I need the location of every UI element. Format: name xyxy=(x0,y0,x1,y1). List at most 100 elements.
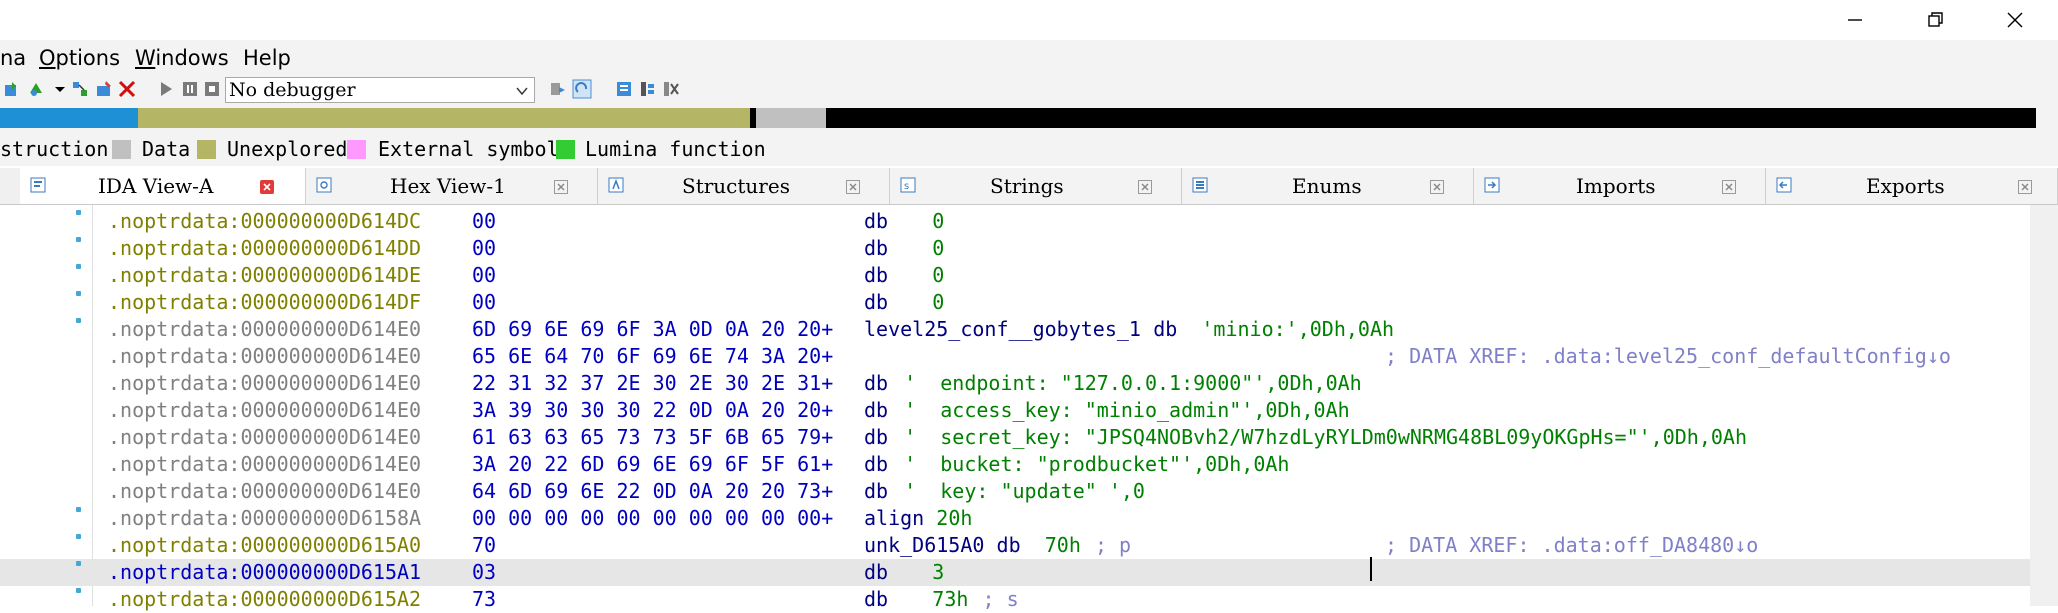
attach-process-icon[interactable] xyxy=(548,79,568,99)
row-address[interactable]: .noptrdata:000000000D615A0 xyxy=(108,532,421,559)
tab-exports[interactable]: Exports xyxy=(1766,168,2058,204)
listing-row[interactable]: .noptrdata:000000000D614DE 00 db 0 xyxy=(0,262,2030,289)
play-icon[interactable] xyxy=(156,79,176,99)
legend-label-external: External symbol xyxy=(378,137,559,161)
row-bytes: 70 xyxy=(472,533,497,557)
row-operand: ' key: "update" ',0 xyxy=(904,479,1145,503)
pause-icon[interactable] xyxy=(180,79,200,99)
dropdown-arrow-icon[interactable] xyxy=(50,79,70,99)
delete-icon[interactable] xyxy=(117,79,137,99)
row-bytes: 00 xyxy=(472,290,497,314)
tab-enums[interactable]: Enums xyxy=(1182,168,1474,204)
row-address[interactable]: .noptrdata:000000000D614DF xyxy=(108,289,421,316)
row-address[interactable]: .noptrdata:000000000D6158A xyxy=(108,505,421,532)
tree-icon[interactable] xyxy=(638,79,658,99)
row-mnemonic: db xyxy=(864,263,889,287)
nav-segment-unexplored xyxy=(138,108,750,128)
close-tab-icon[interactable] xyxy=(554,179,568,194)
listing-row[interactable]: .noptrdata:000000000D614DC 00 db 0 xyxy=(0,208,2030,235)
listing-row[interactable]: .noptrdata:000000000D614E0 3A 39 30 30 30… xyxy=(0,397,2030,424)
struct-window-icon[interactable] xyxy=(614,79,634,99)
row-address[interactable]: .noptrdata:000000000D614E0 xyxy=(108,451,421,478)
listing-row[interactable]: .noptrdata:000000000D615A0 70 unk_D615A0 db… xyxy=(0,532,2030,559)
listing-row[interactable]: .noptrdata:000000000D614E0 6D 69 6E 69 6F… xyxy=(0,316,2030,343)
listing-row[interactable]: .noptrdata:000000000D6158A 00 00 00 00 00… xyxy=(0,505,2030,532)
xrefs-icon[interactable] xyxy=(661,79,681,99)
row-address[interactable]: .noptrdata:000000000D614DD xyxy=(108,235,421,262)
step-into-icon[interactable] xyxy=(26,79,46,99)
listing-row[interactable]: .noptrdata:000000000D615A2 73 db 73h ; s xyxy=(0,586,2030,613)
debugger-select[interactable]: No debugger xyxy=(225,77,535,103)
modify-icon[interactable] xyxy=(94,79,114,99)
graph-icon[interactable] xyxy=(70,79,90,99)
row-mnemonic: db xyxy=(864,479,889,503)
row-mnemonic: db xyxy=(864,398,889,422)
listing-row[interactable]: .noptrdata:000000000D614E0 3A 20 22 6D 69… xyxy=(0,451,2030,478)
row-operand: 'minio:',0Dh,0Ah xyxy=(1201,317,1395,341)
row-bytes: 00 xyxy=(472,236,497,260)
listing-row[interactable]: .noptrdata:000000000D614DF 00 db 0 xyxy=(0,289,2030,316)
row-bytes: 00 00 00 00 00 00 00 00 00 00+ xyxy=(472,506,834,530)
row-operand: 0 xyxy=(932,236,945,260)
menu-lumina[interactable]: na xyxy=(0,45,26,71)
vertical-scrollbar[interactable] xyxy=(2030,205,2058,606)
row-address[interactable]: .noptrdata:000000000D614DE xyxy=(108,262,421,289)
menu-windows[interactable]: Windows xyxy=(135,45,229,71)
row-mnemonic: align xyxy=(864,506,925,530)
debugger-select-value: No debugger xyxy=(229,79,356,101)
row-bytes: 00 xyxy=(472,263,497,287)
close-tab-icon[interactable] xyxy=(2018,179,2032,194)
tab-hex-view-1[interactable]: Hex View-1 xyxy=(306,168,598,204)
row-address[interactable]: .noptrdata:000000000D615A2 xyxy=(108,586,421,613)
listing-row[interactable]: .noptrdata:000000000D615A1 03 db 3 xyxy=(0,559,2030,586)
close-tab-icon[interactable] xyxy=(846,179,860,194)
row-bytes: 64 6D 69 6E 22 0D 0A 20 20 73+ xyxy=(472,479,834,503)
tab-structures[interactable]: Structures xyxy=(598,168,890,204)
row-address[interactable]: .noptrdata:000000000D614E0 xyxy=(108,343,421,370)
close-tab-icon[interactable] xyxy=(260,179,274,194)
listing-row[interactable]: .noptrdata:000000000D614E0 64 6D 69 6E 22… xyxy=(0,478,2030,505)
row-inline-comment: ; p xyxy=(1094,533,1132,557)
navigation-band[interactable] xyxy=(0,108,2036,128)
row-address[interactable]: .noptrdata:000000000D614DC xyxy=(108,208,421,235)
row-bytes: 22 31 32 37 2E 30 2E 30 2E 31+ xyxy=(472,371,834,395)
restore-button[interactable] xyxy=(1895,0,1975,40)
close-tab-icon[interactable] xyxy=(1722,179,1736,194)
row-operand: 0 xyxy=(932,290,945,314)
disassembly-listing[interactable]: .noptrdata:000000000D614DC 00 db 0 .noptrdat… xyxy=(0,205,2030,611)
row-marker-dot xyxy=(76,588,81,593)
close-tab-icon[interactable] xyxy=(1138,179,1152,194)
ida-view-icon xyxy=(30,177,46,193)
stop-icon[interactable] xyxy=(202,79,222,99)
menu-help[interactable]: Help xyxy=(243,45,291,71)
row-address[interactable]: .noptrdata:000000000D614E0 xyxy=(108,424,421,451)
row-address[interactable]: .noptrdata:000000000D614E0 xyxy=(108,316,421,343)
row-operand: 0 xyxy=(932,263,945,287)
close-window-button[interactable] xyxy=(1975,0,2055,40)
menu-options[interactable]: Options xyxy=(39,45,120,71)
listing-row[interactable]: .noptrdata:000000000D614E0 65 6E 64 70 6F… xyxy=(0,343,2030,370)
row-address[interactable]: .noptrdata:000000000D614E0 xyxy=(108,478,421,505)
row-address[interactable]: .noptrdata:000000000D614E0 xyxy=(108,370,421,397)
row-label[interactable]: unk_D615A0 xyxy=(864,532,984,559)
listing-row[interactable]: .noptrdata:000000000D614E0 22 31 32 37 2E… xyxy=(0,370,2030,397)
strings-icon: s xyxy=(900,177,916,193)
row-operand: 0 xyxy=(932,209,945,233)
minimize-icon xyxy=(1848,19,1862,21)
svg-text:s: s xyxy=(904,181,909,192)
row-label[interactable]: level25_conf__gobytes_1 xyxy=(864,316,1141,343)
row-address[interactable]: .noptrdata:000000000D615A1 xyxy=(108,559,421,586)
tab-ida-view-a[interactable]: IDA View-A xyxy=(20,168,306,204)
minimize-button[interactable] xyxy=(1815,0,1895,40)
row-address[interactable]: .noptrdata:000000000D614E0 xyxy=(108,397,421,424)
refresh-icon[interactable] xyxy=(572,79,592,99)
enums-icon xyxy=(1192,177,1208,193)
nav-segment-code xyxy=(0,108,138,128)
add-breakpoint-icon[interactable] xyxy=(2,79,22,99)
close-tab-icon[interactable] xyxy=(1430,179,1444,194)
listing-row[interactable]: .noptrdata:000000000D614DD 00 db 0 xyxy=(0,235,2030,262)
tab-imports[interactable]: Imports xyxy=(1474,168,1766,204)
tab-strings[interactable]: s Strings xyxy=(890,168,1182,204)
row-mnemonic: db xyxy=(864,560,889,584)
listing-row[interactable]: .noptrdata:000000000D614E0 61 63 63 65 73… xyxy=(0,424,2030,451)
